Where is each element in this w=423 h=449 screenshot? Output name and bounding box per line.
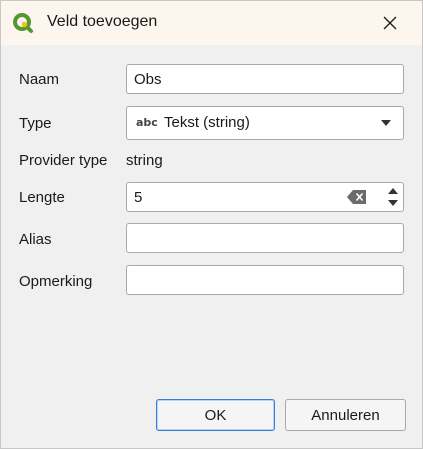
close-button[interactable] [375, 8, 405, 38]
arrow-down-icon [388, 200, 398, 206]
clear-icon[interactable] [347, 189, 367, 205]
type-select[interactable]: abc Tekst (string) [126, 106, 404, 140]
decrement-button[interactable] [385, 197, 401, 209]
alias-label: Alias [19, 231, 52, 248]
title-bar: Veld toevoegen [1, 1, 422, 45]
chevron-down-icon [381, 120, 391, 126]
name-field[interactable]: Obs [126, 64, 404, 94]
name-field-value: Obs [134, 71, 162, 88]
type-label: Type [19, 115, 52, 132]
increment-button[interactable] [385, 185, 401, 197]
dialog-window: Veld toevoegen Naam Obs Type abc Tekst (… [0, 0, 423, 449]
text-type-icon: abc [136, 116, 158, 129]
arrow-up-icon [388, 188, 398, 194]
comment-field[interactable] [126, 265, 404, 295]
length-label: Lengte [19, 189, 65, 206]
length-spinbox-value: 5 [134, 189, 143, 206]
type-select-value: Tekst (string) [164, 114, 250, 131]
name-label: Naam [19, 71, 60, 88]
provider-type-label: Provider type [19, 152, 108, 169]
length-spinbox[interactable]: 5 [126, 182, 404, 212]
ok-button[interactable]: OK [156, 399, 275, 431]
close-icon [383, 16, 397, 30]
alias-field[interactable] [126, 223, 404, 253]
comment-label: Opmerking [19, 273, 93, 290]
cancel-button[interactable]: Annuleren [285, 399, 406, 431]
qgis-logo-icon [13, 13, 33, 33]
dialog-title: Veld toevoegen [47, 13, 158, 30]
provider-type-value: string [126, 152, 163, 169]
